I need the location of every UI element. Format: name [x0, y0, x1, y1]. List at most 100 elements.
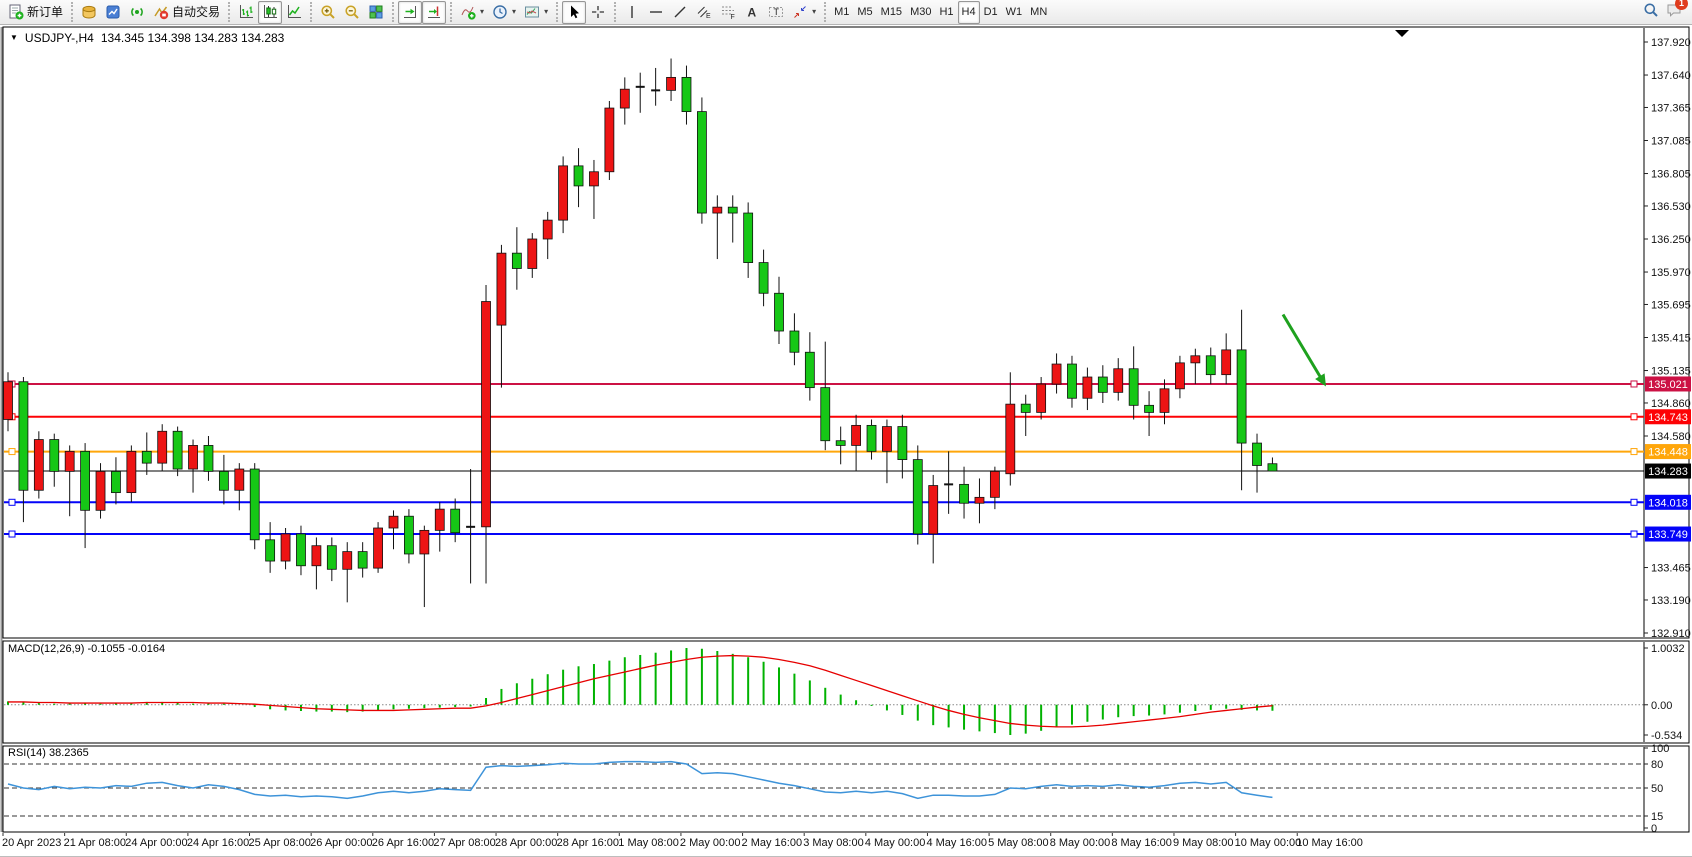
candle-body — [605, 108, 614, 172]
horizontal-line-button[interactable] — [644, 1, 668, 24]
chart-shift-button[interactable] — [422, 1, 446, 24]
toolbar-separator — [392, 2, 394, 22]
line-anchor[interactable] — [1631, 414, 1637, 420]
candle-body — [929, 486, 938, 534]
timeframe-label: D1 — [984, 7, 998, 18]
search-button[interactable] — [1643, 2, 1659, 23]
candle-body — [4, 382, 13, 420]
cursor-icon — [566, 4, 582, 20]
periods-dropdown-caret[interactable]: ▾ — [512, 8, 516, 16]
candle-body — [1021, 404, 1030, 412]
rsi-axis-label: 80 — [1651, 759, 1663, 771]
algo-trading-icon — [153, 4, 169, 20]
templates-dropdown-caret[interactable]: ▾ — [544, 8, 548, 16]
timeframe-w1-button[interactable]: W1 — [1002, 1, 1027, 24]
signals-button[interactable] — [125, 1, 149, 24]
equidistant-channel-button[interactable]: E — [692, 1, 716, 24]
arrows-dropdown-caret[interactable]: ▾ — [812, 8, 816, 16]
zoom-out-button[interactable] — [340, 1, 364, 24]
cursor-button[interactable] — [562, 1, 586, 24]
candle-body — [142, 451, 151, 463]
chart-canvas[interactable]: 137.920137.640137.365137.085136.805136.5… — [0, 25, 1692, 856]
price-tick-label: 135.970 — [1651, 267, 1691, 279]
notifications-button[interactable]: 1 — [1666, 2, 1682, 23]
timeframe-m1-button[interactable]: M1 — [830, 1, 853, 24]
toolbar-separator — [450, 2, 452, 22]
fibonacci-icon: F — [720, 4, 736, 20]
fibonacci-button[interactable]: F — [716, 1, 740, 24]
candle-body — [312, 546, 321, 566]
price-tick-label: 134.860 — [1651, 398, 1691, 410]
price-level-badge-label: 134.448 — [1648, 447, 1688, 459]
algo-trading-button[interactable]: 自动交易 — [149, 1, 224, 24]
time-axis-label: 28 Apr 16:00 — [557, 837, 619, 849]
line-anchor[interactable] — [1631, 531, 1637, 537]
timeframe-m30-button[interactable]: M30 — [906, 1, 935, 24]
candle-body — [420, 530, 429, 554]
candle-body — [111, 471, 120, 492]
rsi-panel[interactable] — [3, 746, 1689, 832]
arrows-button[interactable]: ▾ — [788, 1, 820, 24]
candle-body — [1129, 369, 1138, 406]
tile-windows-icon — [368, 4, 384, 20]
timeframe-label: W1 — [1006, 7, 1023, 18]
auto-scroll-button[interactable] — [398, 1, 422, 24]
candle-body — [19, 382, 28, 491]
timeframe-m5-button[interactable]: M5 — [853, 1, 876, 24]
line-chart-button[interactable] — [282, 1, 306, 24]
candle-body — [775, 293, 784, 331]
svg-text:F: F — [731, 14, 735, 20]
zoom-in-button[interactable] — [316, 1, 340, 24]
line-anchor[interactable] — [1631, 449, 1637, 455]
line-anchor[interactable] — [9, 531, 15, 537]
indicators-button[interactable]: ▾ — [456, 1, 488, 24]
tile-windows-button[interactable] — [364, 1, 388, 24]
line-anchor[interactable] — [1631, 381, 1637, 387]
one-click-trading-arrow[interactable]: ▼ — [10, 34, 18, 42]
history-center-button[interactable] — [77, 1, 101, 24]
time-axis-label: 10 May 16:00 — [1296, 837, 1363, 849]
notification-badge: 1 — [1675, 0, 1688, 10]
market-watch-button[interactable] — [101, 1, 125, 24]
time-axis-label: 26 Apr 00:00 — [310, 837, 372, 849]
timeframe-h1-button[interactable]: H1 — [935, 1, 957, 24]
time-axis-label: 9 May 08:00 — [1173, 837, 1234, 849]
macd-panel[interactable] — [3, 641, 1689, 743]
vertical-line-button[interactable] — [620, 1, 644, 24]
indicators-dropdown-caret[interactable]: ▾ — [480, 8, 484, 16]
line-anchor[interactable] — [9, 499, 15, 505]
candle-body — [204, 445, 213, 471]
trendline-button[interactable] — [668, 1, 692, 24]
chart-ohlc: 134.345 134.398 134.283 134.283 — [101, 31, 285, 45]
new-order-button[interactable]: 新订单 — [4, 1, 67, 24]
crosshair-button[interactable] — [586, 1, 610, 24]
timeframe-d1-button[interactable]: D1 — [980, 1, 1002, 24]
time-axis-label: 21 Apr 08:00 — [64, 837, 126, 849]
candle-body — [435, 509, 444, 530]
timeframe-mn-button[interactable]: MN — [1026, 1, 1051, 24]
text-label-button[interactable]: T — [764, 1, 788, 24]
zoom-out-icon — [344, 4, 360, 20]
candle-body — [1253, 443, 1262, 465]
text-button[interactable]: A — [740, 1, 764, 24]
price-tick-label: 137.365 — [1651, 102, 1691, 114]
rsi-axis-label: 100 — [1651, 743, 1669, 755]
price-tick-label: 133.190 — [1651, 595, 1691, 607]
timeframe-m15-button[interactable]: M15 — [877, 1, 906, 24]
line-anchor[interactable] — [1631, 499, 1637, 505]
text-icon: A — [744, 4, 760, 20]
candlestick-chart-button[interactable] — [258, 1, 282, 24]
candle-body — [96, 471, 105, 510]
line-anchor[interactable] — [9, 449, 15, 455]
price-panel[interactable] — [3, 27, 1689, 638]
candle-body — [1052, 364, 1061, 384]
timeframe-h4-button[interactable]: H4 — [958, 1, 980, 24]
search-icon — [1643, 2, 1659, 23]
periods-button[interactable]: ▾ — [488, 1, 520, 24]
candle-body — [543, 220, 552, 239]
templates-button[interactable]: ▾ — [520, 1, 552, 24]
bar-chart-button[interactable] — [234, 1, 258, 24]
new-order-icon — [8, 4, 24, 20]
time-axis-label: 28 Apr 00:00 — [495, 837, 557, 849]
timeframe-label: M5 — [857, 7, 872, 18]
